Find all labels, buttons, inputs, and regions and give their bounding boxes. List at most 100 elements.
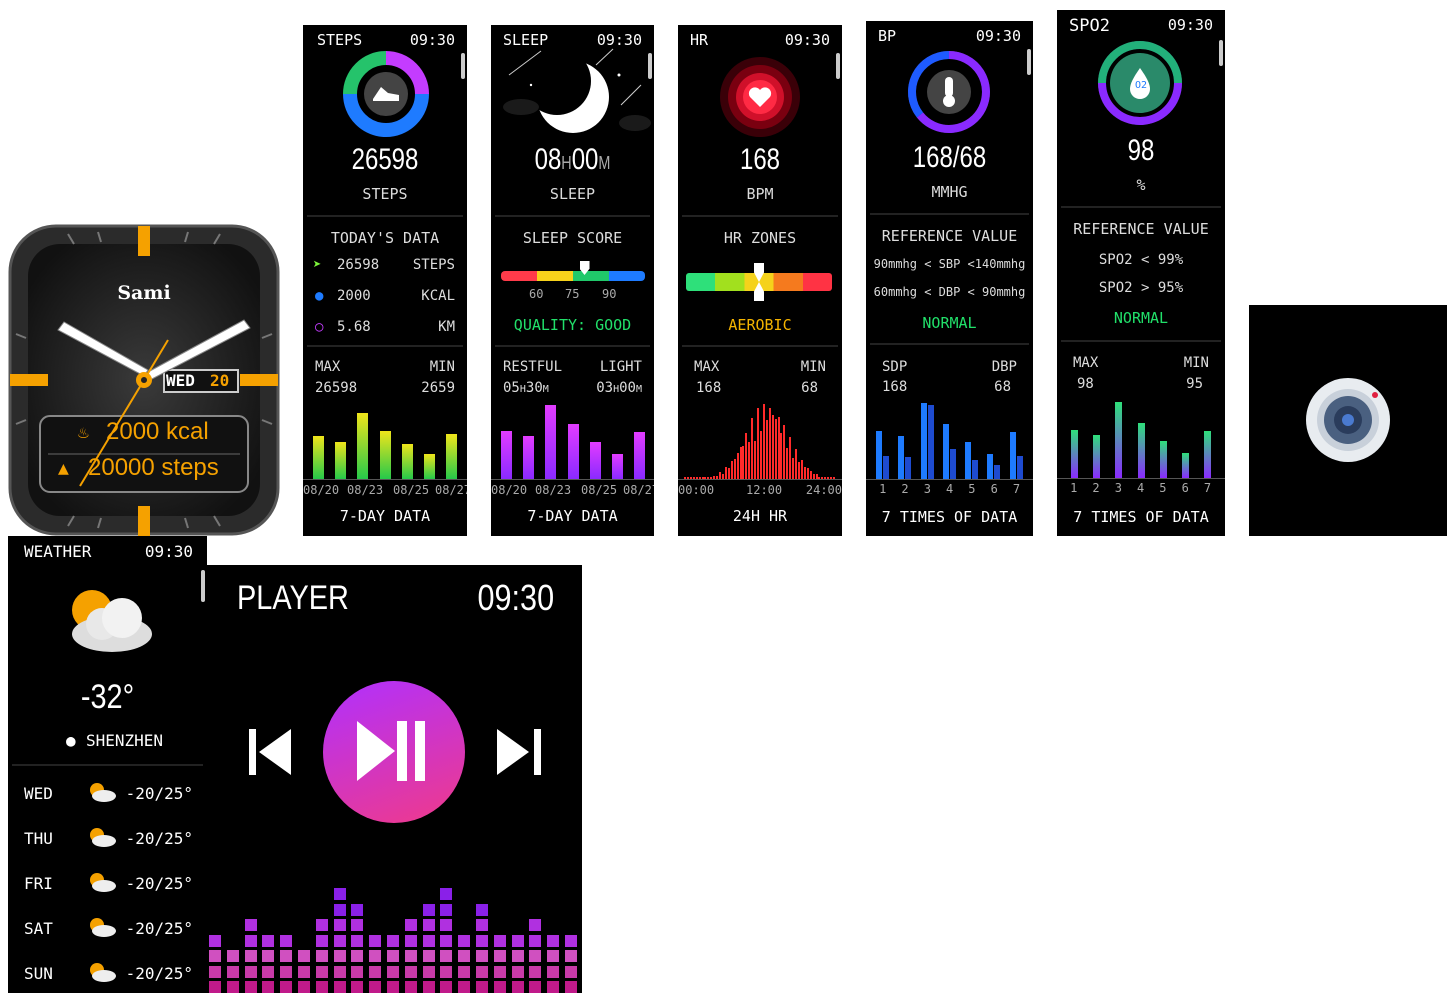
- x-axis-label: 08/27: [435, 483, 467, 497]
- km-row-unit: KM: [438, 319, 455, 335]
- sdp-value: 168: [882, 379, 908, 395]
- spo2-upper-reference: SPO2 < 99%: [1098, 252, 1184, 268]
- previous-track-button[interactable]: [249, 729, 293, 775]
- chart-bar: [809, 470, 812, 479]
- play-pause-button[interactable]: [323, 681, 465, 823]
- equalizer-block: [493, 934, 506, 947]
- equalizer-block: [529, 950, 542, 962]
- sleep-unit: SLEEP: [549, 185, 596, 203]
- equalizer-block: [351, 919, 364, 931]
- equalizer-block: [333, 950, 346, 962]
- min-label: MIN: [429, 359, 455, 375]
- blood-pressure-screen[interactable]: BP 09:30 168/68 MMHG REFERENCE VALUE 90m…: [866, 21, 1033, 536]
- equalizer-block: [458, 981, 471, 993]
- chart-bar: [876, 430, 882, 479]
- scrollbar[interactable]: [1027, 49, 1031, 75]
- chart-bar: [786, 447, 789, 479]
- weather-screen[interactable]: WEATHER 09:30 -32° ● SHENZHEN WED -20/25°…: [8, 536, 207, 993]
- chart-bar: [1204, 431, 1212, 478]
- max-value: 26598: [315, 380, 358, 396]
- chart-bar: [1115, 401, 1123, 478]
- chart-bar: [312, 436, 324, 479]
- chart-bar: [334, 441, 346, 479]
- x-axis: 123 4567: [872, 482, 1028, 498]
- equalizer-block: [298, 965, 310, 978]
- screen-title: PLAYER: [237, 579, 349, 617]
- chart-bar: [1137, 423, 1145, 478]
- chart-bar: [1182, 453, 1190, 478]
- equalizer-block: [440, 981, 453, 993]
- equalizer-block: [458, 965, 471, 978]
- steps-row-value: 26598: [337, 257, 380, 273]
- chart-bar: [567, 424, 579, 479]
- chart-bar: [736, 453, 739, 479]
- equalizer-block: [476, 950, 488, 962]
- camera-icon[interactable]: [1305, 377, 1391, 463]
- steps-screen[interactable]: STEPS 09:30 26598 STEPS TODAY'S DATA ➤ 2…: [303, 25, 467, 536]
- forecast-day: THU: [24, 829, 53, 848]
- chart-bar: [800, 460, 803, 479]
- scrollbar[interactable]: [461, 53, 465, 79]
- min-value: 68: [801, 380, 818, 396]
- spo2-screen[interactable]: SPO2 09:30 O2 98 % REFERENCE VALUE SPO2 …: [1057, 10, 1225, 536]
- equalizer-block: [565, 950, 577, 962]
- equalizer-block: [244, 965, 257, 978]
- chart-bar: [987, 454, 994, 479]
- max-label: MAX: [315, 359, 341, 375]
- equalizer-block: [529, 934, 542, 947]
- next-track-button[interactable]: [497, 729, 541, 775]
- chart-bar: [803, 466, 806, 479]
- heart-rate-screen[interactable]: HR 09:30 168 BPM HR ZONES AEROBIC MAX MI…: [678, 25, 842, 536]
- play-pause-icon: [357, 721, 425, 781]
- chart-bar: [401, 443, 413, 479]
- x-axis-label: 6: [1181, 481, 1189, 495]
- forecast-day: SAT: [24, 919, 53, 938]
- x-axis-label: 12:00: [746, 483, 783, 497]
- equalizer-block: [351, 934, 364, 947]
- music-player-screen[interactable]: PLAYER 09:30: [207, 565, 582, 993]
- x-axis-label: 7: [1203, 481, 1212, 495]
- x-axis-label: 08/25: [393, 483, 430, 497]
- chart-bar: [500, 430, 512, 479]
- equalizer-block: [315, 950, 328, 962]
- chart-bar: [771, 414, 774, 479]
- scrollbar[interactable]: [836, 53, 840, 79]
- location-icon: ○: [315, 319, 324, 335]
- current-temperature: -32°: [80, 678, 135, 716]
- equalizer-block: [315, 919, 328, 931]
- forecast-range: -20/25°: [125, 964, 193, 983]
- equalizer-block: [404, 981, 417, 993]
- x-axis-label: 1: [1070, 481, 1078, 495]
- equalizer-block: [422, 934, 435, 947]
- partly-cloudy-icon: [88, 917, 116, 937]
- partly-cloudy-icon: [88, 782, 116, 802]
- chart-bar: [1092, 435, 1100, 478]
- forecast-range: -20/25°: [125, 919, 193, 938]
- flame-icon: ♨: [78, 422, 89, 443]
- x-axis-label: 1: [879, 482, 887, 496]
- chart-bar: [522, 436, 534, 479]
- footer-label: 7 TIMES OF DATA: [1073, 508, 1209, 526]
- equalizer-block: [244, 934, 257, 947]
- light-value: 03H00M: [596, 380, 642, 396]
- sleep-screen[interactable]: SLEEP 09:30 08H00M SLEEP SLEEP SCORE 60 …: [491, 25, 654, 536]
- equalizer-block: [565, 965, 577, 978]
- restful-value: 05H30M: [503, 380, 549, 396]
- x-axis-label: 2: [901, 482, 909, 496]
- camera-screen[interactable]: [1249, 305, 1447, 536]
- equalizer-block: [209, 981, 221, 993]
- scrollbar[interactable]: [1219, 40, 1223, 66]
- x-axis-label: 24:00: [805, 483, 842, 497]
- max-label: MAX: [694, 359, 720, 375]
- scrollbar[interactable]: [201, 570, 205, 602]
- footer-label: 7-DAY DATA: [527, 507, 618, 525]
- date-number: 20: [210, 371, 230, 390]
- forecast-day: FRI: [24, 874, 53, 893]
- km-row-value: 5.68: [337, 319, 371, 335]
- min-label: MIN: [800, 359, 826, 375]
- chart-bar: [742, 446, 745, 479]
- chart-bar: [920, 402, 927, 479]
- spo2-7times-chart: [1063, 400, 1219, 478]
- equalizer-block: [280, 981, 293, 993]
- equalizer-block: [387, 981, 399, 993]
